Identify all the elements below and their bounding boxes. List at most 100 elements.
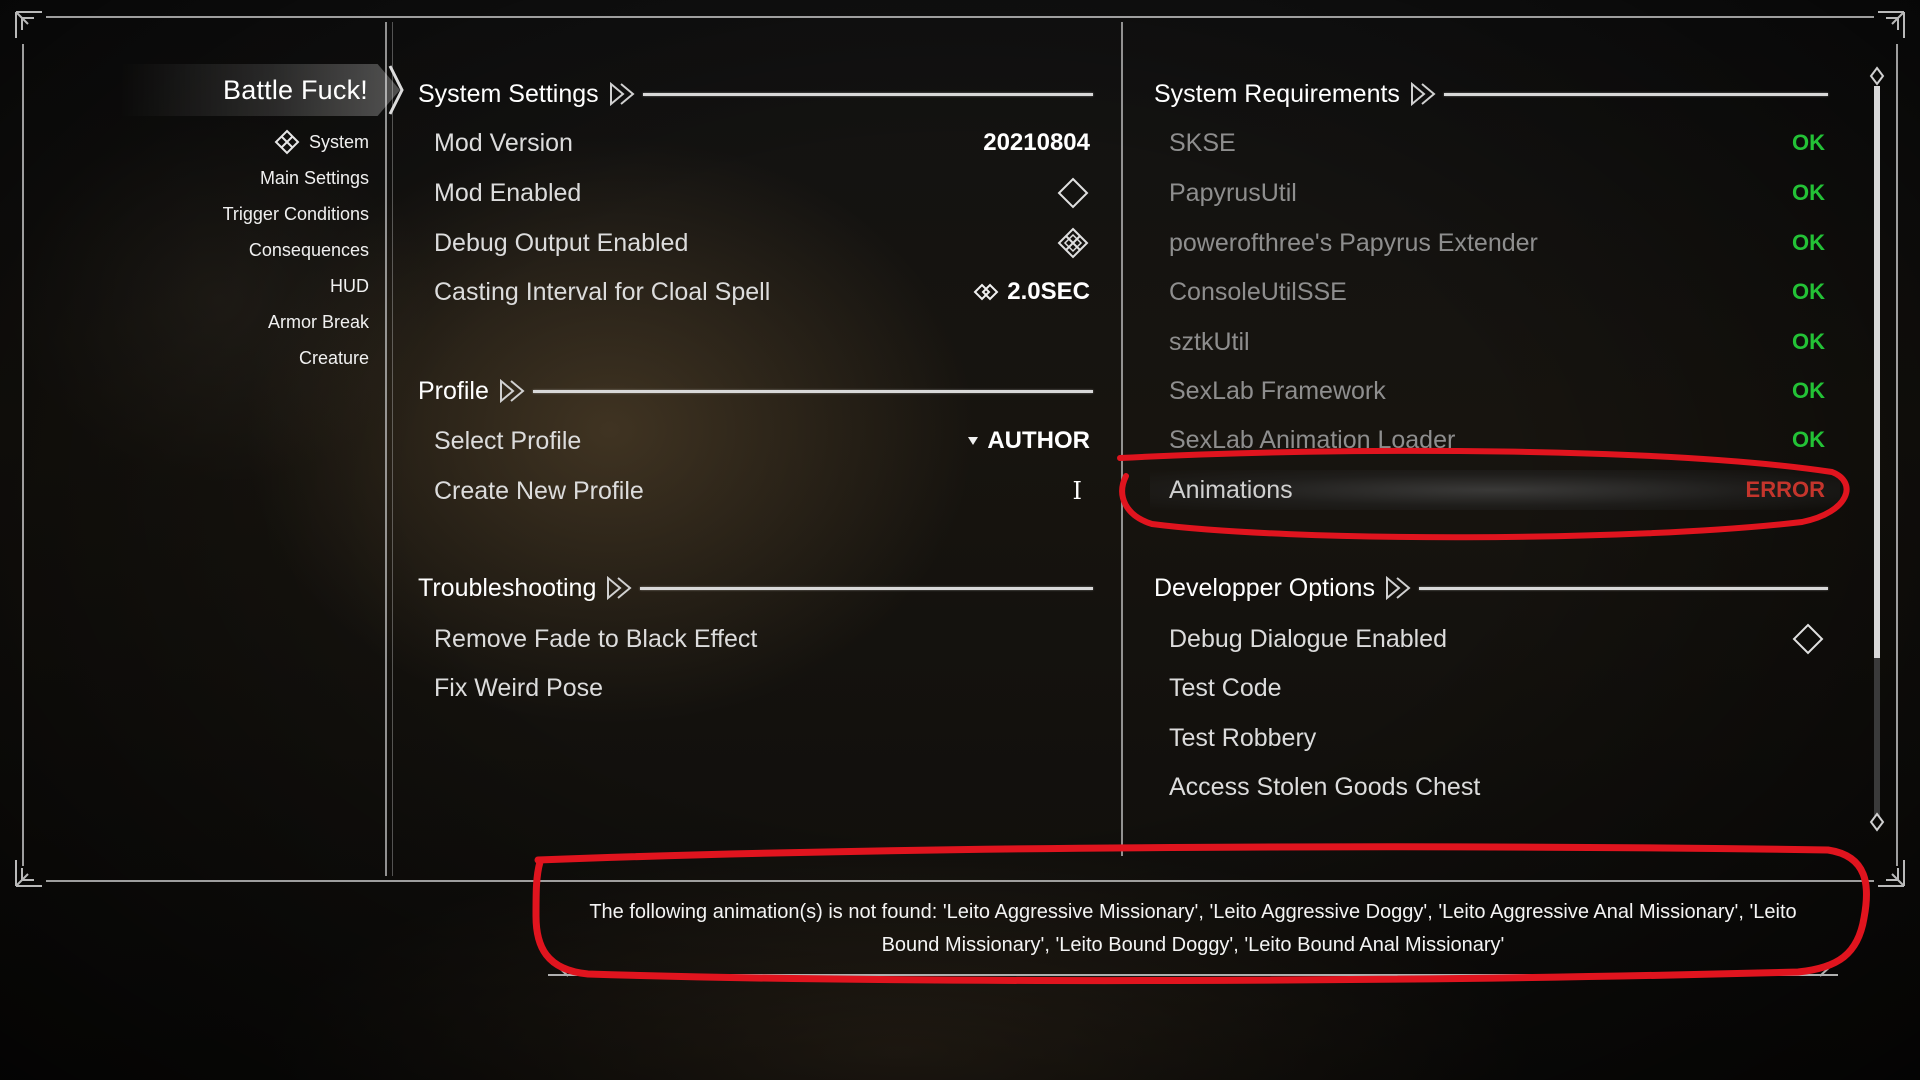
status-badge: OK: [1792, 329, 1825, 354]
setting-row-debug-output[interactable]: Debug Output Enabled: [434, 221, 1090, 265]
frame-top-line: [46, 16, 1874, 18]
diamond-toggle-off-icon[interactable]: [1056, 176, 1090, 210]
status-badge: OK: [1792, 427, 1825, 452]
section-title: Profile: [418, 376, 489, 405]
mod-version-value: 20210804: [983, 129, 1090, 156]
section-header-system-settings: System Settings: [418, 76, 1093, 112]
circle-arrows-icon: [274, 129, 300, 155]
nav-item-label: Consequences: [248, 240, 369, 260]
header-ornament-icon: [1385, 576, 1411, 600]
requirement-label: SexLab Framework: [1169, 376, 1386, 405]
frame-left-line: [22, 44, 24, 866]
mod-title[interactable]: Battle Fuck!: [120, 64, 400, 116]
nav-item-main-settings[interactable]: Main Settings: [223, 160, 369, 196]
option-debug-dialogue[interactable]: Debug Dialogue Enabled: [1169, 617, 1825, 661]
setting-row-mod-enabled[interactable]: Mod Enabled: [434, 171, 1090, 215]
corner-ornament-top-right-icon: [1878, 11, 1905, 38]
nav-item-label: HUD: [330, 276, 369, 296]
nav-menu: System Main Settings Trigger Conditions …: [223, 124, 369, 376]
setting-label: Mod Enabled: [434, 178, 582, 207]
section-title: System Requirements: [1154, 79, 1400, 108]
status-badge: ERROR: [1745, 477, 1825, 502]
casting-interval-value: 2.0SEC: [1007, 278, 1090, 305]
nav-item-label: Main Settings: [259, 168, 369, 188]
option-label: Remove Fade to Black Effect: [434, 624, 758, 653]
nav-item-consequences[interactable]: Consequences: [223, 232, 369, 268]
nav-item-hud[interactable]: HUD: [223, 268, 369, 304]
nav-item-label: Creature: [298, 348, 369, 368]
requirement-row-skse: SKSE OK: [1169, 121, 1825, 165]
option-test-robbery[interactable]: Test Robbery: [1169, 716, 1825, 760]
option-label: Test Code: [1169, 673, 1282, 702]
header-rule: [1443, 92, 1828, 96]
option-remove-fade[interactable]: Remove Fade to Black Effect: [434, 617, 1090, 661]
status-badge: OK: [1792, 130, 1825, 155]
corner-ornament-bottom-left-icon: [15, 860, 42, 887]
header-rule: [642, 92, 1093, 96]
status-badge: OK: [1792, 230, 1825, 255]
chevron-right-icon: [388, 65, 404, 115]
requirement-label: ConsoleUtilSSE: [1169, 277, 1347, 306]
option-access-stolen-goods[interactable]: Access Stolen Goods Chest: [1169, 765, 1825, 809]
requirement-row-animations[interactable]: Animations ERROR: [1169, 468, 1825, 512]
setting-label: Casting Interval for Cloal Spell: [434, 277, 771, 306]
header-rule: [532, 389, 1093, 393]
option-label: Access Stolen Goods Chest: [1169, 772, 1481, 801]
section-title: Developper Options: [1154, 573, 1375, 602]
nav-item-armor-break[interactable]: Armor Break: [223, 304, 369, 340]
section-title: Troubleshooting: [418, 573, 597, 602]
requirement-row-papyrus-extender: powerofthree's Papyrus Extender OK: [1169, 221, 1825, 265]
requirement-row-sztkutil: sztkUtil OK: [1169, 320, 1825, 364]
requirement-row-consoleutil: ConsoleUtilSSE OK: [1169, 270, 1825, 314]
option-label: Fix Weird Pose: [434, 673, 604, 702]
header-ornament-icon: [1410, 82, 1436, 106]
requirement-label: Animations: [1169, 475, 1293, 504]
requirement-label: SexLab Animation Loader: [1169, 425, 1456, 454]
section-header-developer-options: Developper Options: [1154, 570, 1828, 606]
corner-ornament-top-left-icon: [15, 11, 42, 38]
diamond-toggle-on-icon[interactable]: [1056, 226, 1090, 260]
option-label: Test Robbery: [1169, 723, 1317, 752]
setting-label: Debug Output Enabled: [434, 228, 689, 257]
option-test-code[interactable]: Test Code: [1169, 666, 1825, 710]
setting-row-casting-interval[interactable]: Casting Interval for Cloal Spell 2.0SEC: [434, 270, 1090, 314]
header-rule: [640, 586, 1093, 590]
header-ornament-icon: [607, 576, 632, 600]
slider-value[interactable]: 2.0SEC: [973, 278, 1090, 306]
requirement-label: SKSE: [1169, 128, 1236, 157]
dropdown-triangle-icon: [968, 437, 979, 445]
nav-item-label: Armor Break: [267, 312, 369, 332]
scrollbar-thumb[interactable]: [1874, 86, 1880, 658]
requirement-row-sexlab-animation-loader: SexLab Animation Loader OK: [1169, 418, 1825, 462]
requirement-row-papyrusutil: PapyrusUtil OK: [1169, 171, 1825, 215]
status-badge: OK: [1792, 279, 1825, 304]
option-fix-weird-pose[interactable]: Fix Weird Pose: [434, 666, 1090, 710]
scroll-down-icon[interactable]: [1869, 812, 1885, 832]
setting-row-select-profile[interactable]: Select Profile AUTHOR: [434, 419, 1090, 463]
option-label: Debug Dialogue Enabled: [1169, 624, 1447, 653]
setting-label: Mod Version: [434, 128, 573, 157]
requirement-row-sexlab-framework: SexLab Framework OK: [1169, 369, 1825, 413]
section-header-system-requirements: System Requirements: [1154, 76, 1828, 112]
status-badge: OK: [1792, 180, 1825, 205]
setting-label: Select Profile: [434, 426, 582, 455]
nav-item-label: System: [308, 132, 369, 152]
nav-divider: [385, 22, 387, 876]
scroll-up-icon[interactable]: [1869, 66, 1885, 86]
text-cursor-icon[interactable]: I: [1073, 477, 1082, 505]
header-ornament-icon: [499, 379, 525, 403]
nav-item-trigger-conditions[interactable]: Trigger Conditions: [223, 196, 369, 232]
status-badge: OK: [1792, 378, 1825, 403]
setting-label: Create New Profile: [434, 476, 644, 505]
setting-row-create-profile[interactable]: Create New Profile I: [434, 469, 1090, 513]
diamond-toggle-off-icon[interactable]: [1791, 622, 1825, 656]
header-rule: [1418, 586, 1828, 590]
nav-item-creature[interactable]: Creature: [223, 340, 369, 376]
header-ornament-icon: [609, 82, 635, 106]
requirement-label: powerofthree's Papyrus Extender: [1169, 228, 1538, 257]
profile-dropdown[interactable]: AUTHOR: [967, 427, 1090, 455]
nav-divider-inner: [392, 22, 393, 876]
corner-ornament-bottom-right-icon: [1878, 860, 1905, 887]
nav-item-system[interactable]: System: [223, 124, 369, 160]
section-header-troubleshooting: Troubleshooting: [418, 570, 1093, 606]
